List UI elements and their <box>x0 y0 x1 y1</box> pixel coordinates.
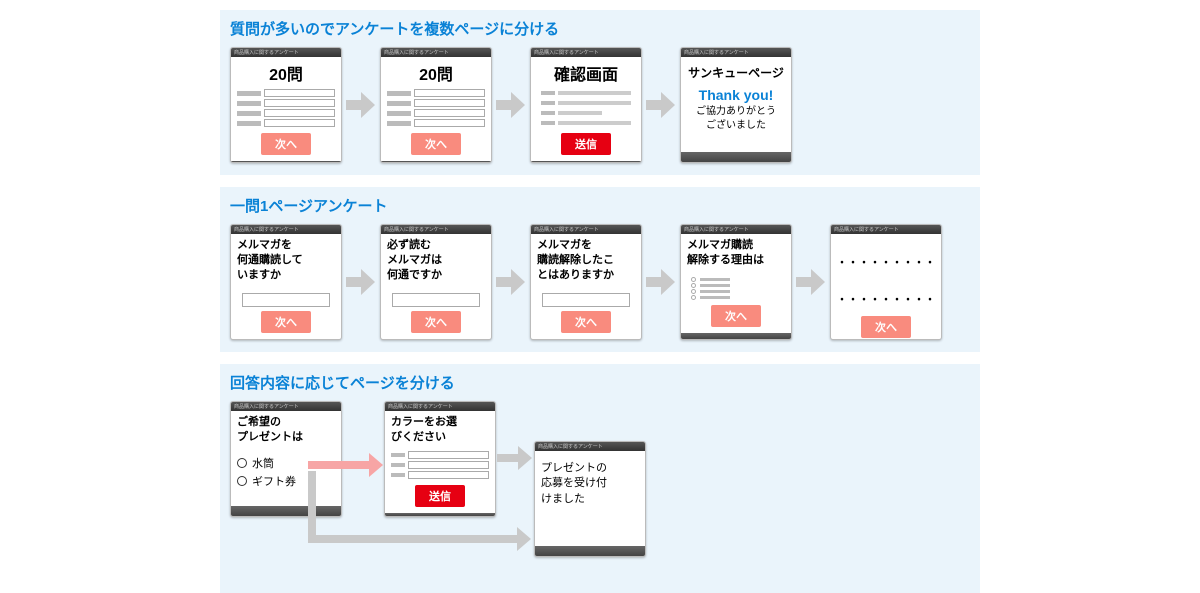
arrow-right-icon <box>496 269 526 295</box>
section-title: 質問が多いのでアンケートを複数ページに分ける <box>230 18 970 39</box>
question-card: 商品購入に関するアンケート メルマガを何通購読していますか 次へ <box>230 224 342 340</box>
section-title: 回答内容に応じてページを分ける <box>230 372 970 393</box>
text-input[interactable] <box>242 293 330 307</box>
question-card: 商品購入に関するアンケート メルマガを購読解除したことはありますか 次へ <box>530 224 642 340</box>
confirm-page-card: 商品購入に関するアンケート 確認画面 送信 <box>530 47 642 163</box>
card-titlebar: 商品購入に関するアンケート <box>381 48 491 57</box>
next-button[interactable]: 次へ <box>711 305 761 327</box>
card-heading: 確認画面 <box>537 61 635 85</box>
thank-note: ご協力ありがとう <box>687 105 785 119</box>
next-button[interactable]: 次へ <box>411 311 461 333</box>
card-heading: 20問 <box>387 61 485 85</box>
branch-flow: 商品購入に関するアンケート ご希望のプレゼントは 水筒 ギフト券 商品購入に関す… <box>230 401 970 581</box>
arrow-right-icon <box>346 269 376 295</box>
card-titlebar: 商品購入に関するアンケート <box>231 48 341 57</box>
arrow-right-icon <box>496 92 526 118</box>
card-titlebar: 商品購入に関するアンケート <box>531 48 641 57</box>
next-button[interactable]: 次へ <box>411 133 461 155</box>
arrow-right-icon <box>646 269 676 295</box>
thank-title: サンキューページ <box>687 64 785 81</box>
branch-result-card: 商品購入に関するアンケート プレゼントの応募を受け付けました <box>534 441 646 557</box>
survey-page-card: 商品購入に関するアンケート 20問 次へ <box>230 47 342 163</box>
section-title: 一問1ページアンケート <box>230 195 970 216</box>
radio-icon <box>237 476 247 486</box>
next-button[interactable]: 次へ <box>561 311 611 333</box>
survey-page-card: 商品購入に関するアンケート 20問 次へ <box>380 47 492 163</box>
section-one-question: 一問1ページアンケート 商品購入に関するアンケート メルマガを何通購読しています… <box>220 187 980 352</box>
arrow-right-icon <box>497 445 533 471</box>
flow-row: 商品購入に関するアンケート メルマガを何通購読していますか 次へ 商品購入に関す… <box>230 224 970 340</box>
thank-you-card: 商品購入に関するアンケート サンキューページ Thank you! ご協力ありが… <box>680 47 792 163</box>
radio-icon <box>237 458 247 468</box>
ellipsis: ・・・・・・・・・ <box>837 254 935 269</box>
section-branching: 回答内容に応じてページを分ける 商品購入に関するアンケート ご希望のプレゼントは… <box>220 364 980 593</box>
question-card: 商品購入に関するアンケート ・・・・・・・・・ ・・・・・・・・・ 次へ <box>830 224 942 340</box>
submit-button[interactable]: 送信 <box>561 133 611 155</box>
arrow-right-icon <box>646 92 676 118</box>
arrow-branch-icon <box>308 471 533 551</box>
arrow-right-icon <box>796 269 826 295</box>
text-input[interactable] <box>542 293 630 307</box>
thank-note: ございました <box>687 119 785 133</box>
flow-row: 商品購入に関するアンケート 20問 次へ 商品購入に関するアンケート 20問 <box>230 47 970 163</box>
arrow-right-icon <box>346 92 376 118</box>
question-card: 商品購入に関するアンケート 必ず読むメルマガは何通ですか 次へ <box>380 224 492 340</box>
card-heading: 20問 <box>237 61 335 85</box>
next-button[interactable]: 次へ <box>261 133 311 155</box>
ellipsis: ・・・・・・・・・ <box>837 291 935 306</box>
section-multi-page: 質問が多いのでアンケートを複数ページに分ける 商品購入に関するアンケート 20問… <box>220 10 980 175</box>
next-button[interactable]: 次へ <box>261 311 311 333</box>
thank-message: Thank you! <box>687 87 785 103</box>
question-card: 商品購入に関するアンケート メルマガ購読解除する理由は 次へ <box>680 224 792 340</box>
card-titlebar: 商品購入に関するアンケート <box>681 48 791 57</box>
next-button[interactable]: 次へ <box>861 316 911 338</box>
text-input[interactable] <box>392 293 480 307</box>
